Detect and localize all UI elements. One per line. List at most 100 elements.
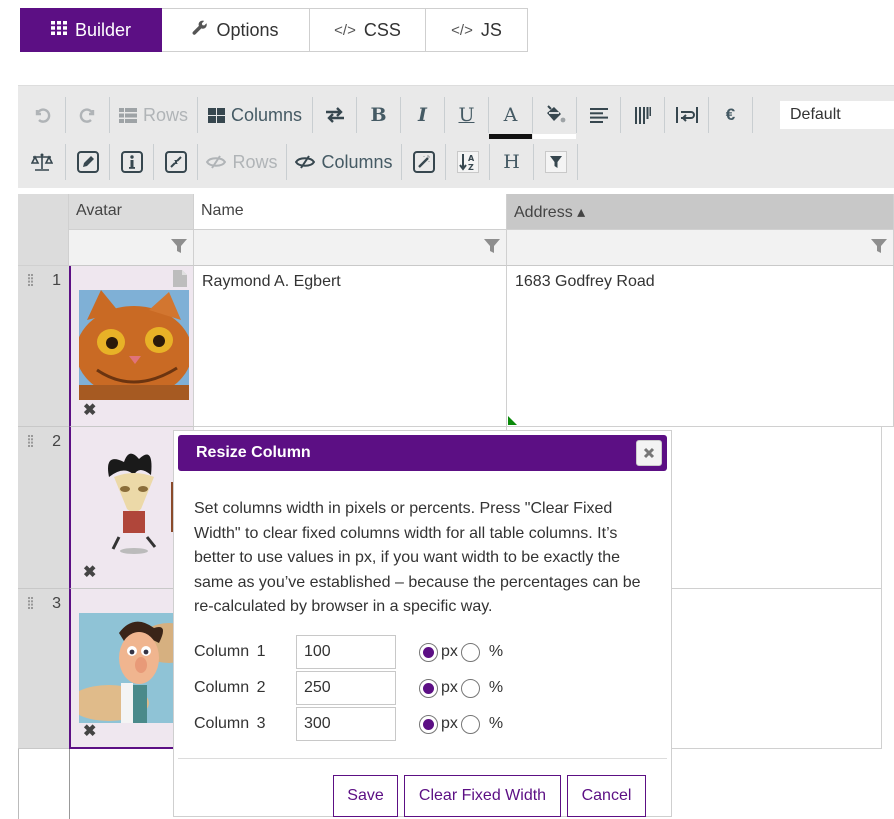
unit-radio-group: px % xyxy=(419,678,503,698)
grid-border xyxy=(69,749,70,819)
drag-handle-icon[interactable] xyxy=(28,596,34,614)
filter-button[interactable] xyxy=(534,144,578,180)
dialog-title: Resize Column xyxy=(196,444,311,461)
close-button[interactable] xyxy=(636,440,662,466)
column-header-name[interactable]: Name xyxy=(194,194,507,230)
rows-button[interactable]: Rows xyxy=(110,97,198,133)
unit-percent-radio[interactable] xyxy=(460,642,480,662)
font-color-icon: A xyxy=(503,104,518,126)
name-cell[interactable]: Raymond A. Egbert xyxy=(194,266,507,427)
underline-button[interactable]: U xyxy=(445,97,489,133)
column-3-width-input[interactable] xyxy=(296,707,396,741)
align-button[interactable] xyxy=(577,97,621,133)
avatar-cell[interactable]: ✖ xyxy=(69,266,194,427)
undo-button[interactable] xyxy=(18,97,66,133)
exchange-icon xyxy=(325,107,344,123)
undo-icon xyxy=(35,108,50,123)
sort-alpha-icon: AZ xyxy=(456,151,479,173)
tab-options[interactable]: Options xyxy=(162,8,310,52)
scale-icon xyxy=(30,153,53,171)
svg-text:Z: Z xyxy=(468,163,474,172)
filter-icon[interactable] xyxy=(871,239,887,258)
comment-marker[interactable] xyxy=(508,416,517,425)
rows-icon xyxy=(118,107,137,123)
tab-css[interactable]: </> CSS xyxy=(310,8,426,52)
filter-cell-avatar[interactable] xyxy=(69,230,194,266)
italic-button[interactable]: I xyxy=(401,97,445,133)
font-select[interactable] xyxy=(780,101,894,129)
drag-handle-icon[interactable] xyxy=(28,273,34,291)
toolbar: Rows Columns B I U A € Default Rows Colu… xyxy=(18,85,894,188)
row-header[interactable]: 1 xyxy=(18,266,69,427)
code-icon: </> xyxy=(451,21,473,39)
sort-button[interactable]: AZ xyxy=(446,144,490,180)
unit-px-label: px xyxy=(441,715,458,732)
magic-wand-button[interactable] xyxy=(402,144,446,180)
code-icon: </> xyxy=(334,21,356,39)
vertical-align-button[interactable] xyxy=(621,97,665,133)
toolbar-row-1: Rows Columns B I U A € xyxy=(18,93,753,139)
filter-icon[interactable] xyxy=(484,239,500,258)
column-header-avatar[interactable]: Avatar xyxy=(69,194,194,230)
unit-px-radio[interactable] xyxy=(419,678,438,698)
eye-slash-icon xyxy=(295,155,316,169)
remove-image-icon[interactable]: ✖ xyxy=(83,562,96,582)
unit-px-radio[interactable] xyxy=(419,642,438,662)
corner-cell[interactable] xyxy=(18,194,69,266)
currency-button[interactable]: € xyxy=(709,97,753,133)
header-button[interactable]: H xyxy=(490,144,534,180)
column-header-address[interactable]: Address ▴ xyxy=(507,194,894,230)
tab-label: Options xyxy=(216,19,279,40)
wrap-text-button[interactable] xyxy=(665,97,709,133)
row-number: 3 xyxy=(52,595,61,612)
drag-handle-icon[interactable] xyxy=(28,434,34,452)
redo-button[interactable] xyxy=(66,97,110,133)
columns-label: Columns xyxy=(230,104,303,125)
fill-color-button[interactable] xyxy=(533,97,577,139)
unit-percent-radio[interactable] xyxy=(460,678,480,698)
column-1-width-input[interactable] xyxy=(296,635,396,669)
columns-button[interactable]: Columns xyxy=(198,97,313,133)
hidden-rows-button[interactable]: Rows xyxy=(198,144,287,180)
bold-button[interactable]: B xyxy=(357,97,401,133)
filter-icon[interactable] xyxy=(171,239,187,258)
compare-button[interactable] xyxy=(18,144,66,180)
save-button[interactable]: Save xyxy=(333,775,398,817)
column-width-row: Column 3 px % xyxy=(194,707,503,741)
swap-button[interactable] xyxy=(313,97,357,133)
column-label: Column 3 xyxy=(194,715,266,732)
compress-button[interactable] xyxy=(154,144,198,180)
unit-radio-group: px % xyxy=(419,714,503,734)
hidden-columns-button[interactable]: Columns xyxy=(287,144,402,180)
edit-button[interactable] xyxy=(66,144,110,180)
tab-js[interactable]: </> JS xyxy=(426,8,528,52)
filter-icon xyxy=(544,151,567,173)
cancel-button[interactable]: Cancel xyxy=(567,775,646,817)
clear-fixed-width-button[interactable]: Clear Fixed Width xyxy=(404,775,561,817)
column-label: Column 1 xyxy=(194,643,266,660)
column-2-width-input[interactable] xyxy=(296,671,396,705)
info-button[interactable] xyxy=(110,144,154,180)
filter-cell-address[interactable] xyxy=(507,230,894,266)
unit-percent-radio[interactable] xyxy=(460,714,480,734)
address-cell[interactable]: 1683 Godfrey Road xyxy=(507,266,894,427)
filter-cell-name[interactable] xyxy=(194,230,507,266)
tab-builder[interactable]: Builder xyxy=(20,8,162,52)
remove-image-icon[interactable]: ✖ xyxy=(83,400,96,420)
row-header[interactable]: 3 xyxy=(18,589,69,749)
resize-column-dialog: Resize Column Set columns width in pixel… xyxy=(173,430,672,817)
column-width-row: Column 2 px % xyxy=(194,671,503,705)
redo-icon xyxy=(79,108,94,123)
file-icon[interactable] xyxy=(173,270,187,292)
columns-lines-icon xyxy=(634,106,651,124)
rows-label: Rows xyxy=(142,104,188,125)
euro-icon: € xyxy=(725,105,736,124)
paint-bucket-icon xyxy=(546,105,565,123)
unit-radio-group: px % xyxy=(419,642,503,662)
remove-image-icon[interactable]: ✖ xyxy=(83,721,96,741)
avatar-image-cat xyxy=(79,290,189,400)
pencil-square-icon xyxy=(76,151,99,173)
row-header[interactable]: 2 xyxy=(18,427,69,589)
unit-px-radio[interactable] xyxy=(419,714,438,734)
font-color-button[interactable]: A xyxy=(489,97,533,139)
